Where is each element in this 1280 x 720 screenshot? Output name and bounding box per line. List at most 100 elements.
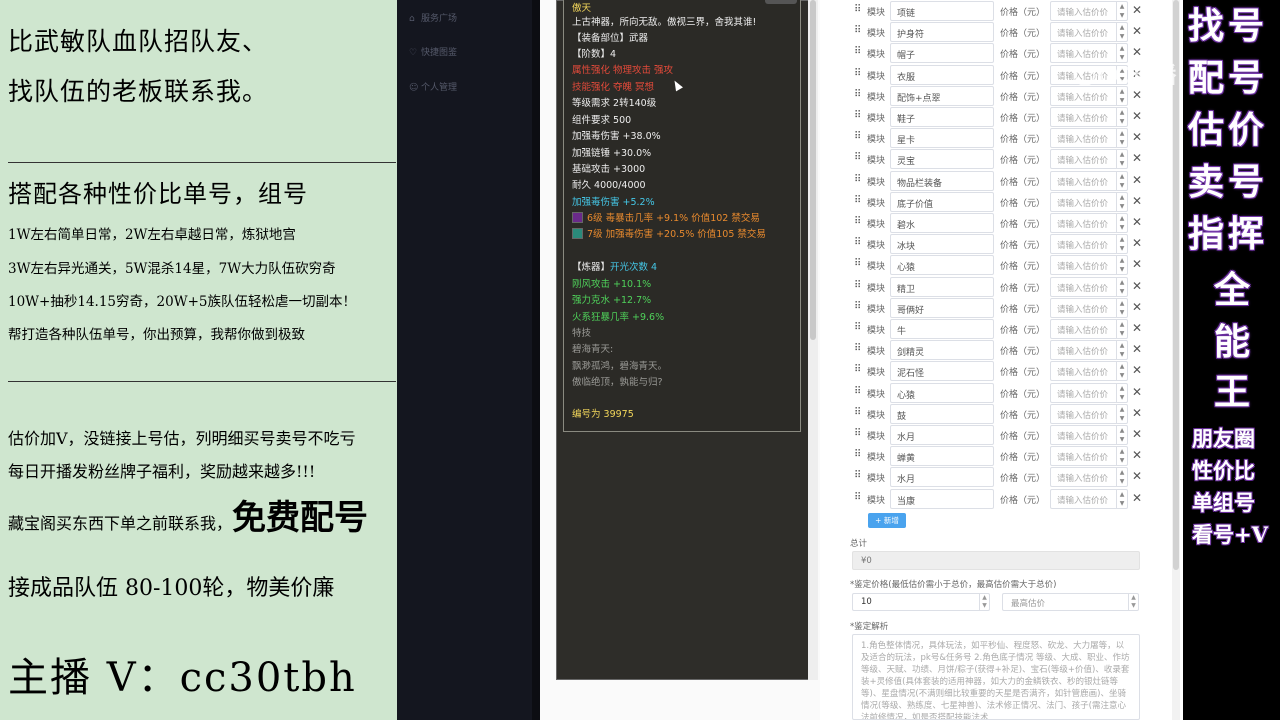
price-stepper[interactable]: ▲ ▼ (1116, 150, 1127, 169)
max-price-input[interactable]: 最高估价 (1002, 593, 1139, 611)
price-stepper[interactable]: ▲ ▼ (1116, 171, 1127, 190)
module-name-input[interactable]: 项链 (890, 1, 994, 21)
price-stepper[interactable]: ▲ ▼ (1116, 489, 1127, 508)
price-stepper[interactable]: ▲ ▼ (1116, 23, 1127, 42)
drag-handle-icon[interactable]: ⠿ (854, 322, 862, 334)
drag-handle-icon[interactable]: ⠿ (854, 152, 862, 164)
price-stepper[interactable]: ▲ ▼ (1116, 426, 1127, 444)
price-stepper[interactable]: ▲ ▼ (1116, 256, 1127, 275)
price-stepper[interactable]: ▲ ▼ (1116, 192, 1127, 211)
sidebar-item-codex[interactable]: ♡ 快捷图鉴 (409, 45, 457, 58)
drag-handle-icon[interactable]: ⠿ (854, 25, 862, 37)
add-row-button[interactable]: + 新增 (868, 513, 906, 528)
price-stepper[interactable]: ▲ ▼ (1116, 468, 1127, 487)
module-name-input[interactable]: 当康 (890, 488, 994, 509)
remove-row-button[interactable]: ✕ (1132, 194, 1142, 208)
remove-row-button[interactable]: ✕ (1132, 130, 1142, 144)
price-stepper[interactable]: ▲ ▼ (1116, 277, 1127, 296)
price-stepper[interactable]: ▲ ▼ (1116, 383, 1127, 402)
remove-row-button[interactable]: ✕ (1132, 385, 1142, 399)
module-name-input[interactable]: 物品栏装备 (890, 170, 994, 191)
scrollbar-thumb[interactable] (810, 0, 816, 340)
drag-handle-icon[interactable]: ⠿ (854, 68, 862, 80)
module-name-input[interactable]: 牛 (890, 319, 994, 339)
module-name-input[interactable]: 鼓 (890, 403, 994, 424)
remove-row-button[interactable]: ✕ (1132, 491, 1142, 505)
price-stepper[interactable]: ▲ ▼ (1116, 2, 1127, 20)
remove-row-button[interactable]: ✕ (1132, 24, 1142, 38)
module-name-input[interactable]: 灵宝 (890, 149, 994, 170)
remove-row-button[interactable]: ✕ (1132, 342, 1142, 356)
remove-row-button[interactable]: ✕ (1132, 151, 1142, 165)
price-stepper[interactable]: ▲ ▼ (1116, 447, 1127, 466)
module-name-input[interactable]: 衣服 (890, 64, 994, 85)
module-name-input[interactable]: 精卫 (890, 276, 994, 297)
price-stepper[interactable]: ▲ ▼ (1116, 341, 1127, 360)
tooltip-close-tab[interactable] (765, 0, 797, 4)
remove-row-button[interactable]: ✕ (1132, 3, 1142, 17)
remove-row-button[interactable]: ✕ (1132, 363, 1142, 377)
analysis-textarea[interactable]: 1.角色整体情况，具体玩法，如平秒仙、程度怒、砍龙、大力屠等，以及适合的玩法，p… (852, 634, 1140, 720)
module-name-input[interactable]: 护身符 (890, 22, 994, 43)
price-stepper[interactable]: ▲ ▼ (1116, 108, 1127, 126)
module-name-input[interactable]: 碧水 (890, 213, 994, 233)
drag-handle-icon[interactable]: ⠿ (854, 343, 862, 355)
drag-handle-icon[interactable]: ⠿ (854, 46, 862, 58)
module-name-input[interactable]: 泥石怪 (890, 361, 994, 382)
module-name-input[interactable]: 帽子 (890, 43, 994, 64)
module-name-input[interactable]: 蝉黄 (890, 446, 994, 467)
drag-handle-icon[interactable]: ⠿ (854, 131, 862, 143)
remove-row-button[interactable]: ✕ (1132, 448, 1142, 462)
module-name-input[interactable]: 心猿 (890, 382, 994, 403)
price-stepper[interactable]: ▲ ▼ (1116, 320, 1127, 338)
price-stepper[interactable]: ▲ ▼ (1116, 362, 1127, 381)
remove-row-button[interactable]: ✕ (1132, 215, 1142, 229)
remove-row-button[interactable]: ✕ (1132, 257, 1142, 271)
drag-handle-icon[interactable]: ⠿ (854, 470, 862, 482)
remove-row-button[interactable]: ✕ (1132, 321, 1142, 335)
max-price-stepper[interactable]: ▲ ▼ (1128, 594, 1138, 610)
remove-row-button[interactable]: ✕ (1132, 300, 1142, 314)
remove-row-button[interactable]: ✕ (1132, 469, 1142, 483)
price-stepper[interactable]: ▲ ▼ (1116, 404, 1127, 423)
drag-handle-icon[interactable]: ⠿ (854, 492, 862, 504)
price-stepper[interactable]: ▲ ▼ (1116, 129, 1127, 148)
remove-row-button[interactable]: ✕ (1132, 236, 1142, 250)
module-name-input[interactable]: 鞋子 (890, 107, 994, 127)
module-name-input[interactable]: 水月 (890, 425, 994, 445)
sidebar-item-service[interactable]: ⌂ 服务广场 (409, 11, 457, 24)
drag-handle-icon[interactable]: ⠿ (854, 237, 862, 249)
price-stepper[interactable]: ▲ ▼ (1116, 298, 1127, 317)
drag-handle-icon[interactable]: ⠿ (854, 407, 862, 419)
min-price-input[interactable]: 10 (852, 593, 990, 611)
drag-handle-icon[interactable]: ⠿ (854, 174, 862, 186)
module-name-input[interactable]: 水月 (890, 467, 994, 488)
remove-row-button[interactable]: ✕ (1132, 406, 1142, 420)
module-name-input[interactable]: 哥俩好 (890, 297, 994, 318)
drag-handle-icon[interactable]: ⠿ (854, 110, 862, 122)
module-name-input[interactable]: 冰块 (890, 234, 994, 255)
drag-handle-icon[interactable]: ⠿ (854, 258, 862, 270)
drag-handle-icon[interactable]: ⠿ (854, 449, 862, 461)
drag-handle-icon[interactable]: ⠿ (854, 216, 862, 228)
remove-row-button[interactable]: ✕ (1132, 109, 1142, 123)
drag-handle-icon[interactable]: ⠿ (854, 301, 862, 313)
drag-handle-icon[interactable]: ⠿ (854, 428, 862, 440)
price-stepper[interactable]: ▲ ▼ (1116, 235, 1127, 254)
remove-row-button[interactable]: ✕ (1132, 173, 1142, 187)
drag-handle-icon[interactable]: ⠿ (854, 89, 862, 101)
drag-handle-icon[interactable]: ⠿ (854, 195, 862, 207)
min-price-stepper[interactable]: ▲ ▼ (979, 594, 989, 610)
module-name-input[interactable]: 星卡 (890, 128, 994, 149)
remove-row-button[interactable]: ✕ (1132, 279, 1142, 293)
sidebar-item-profile[interactable]: ☺ 个人管理 (409, 80, 457, 93)
module-name-input[interactable]: 剑精灵 (890, 340, 994, 361)
module-name-input[interactable]: 心猿 (890, 255, 994, 276)
module-name-input[interactable]: 配饰+点翠 (890, 85, 994, 106)
drag-handle-icon[interactable]: ⠿ (854, 280, 862, 292)
drag-handle-icon[interactable]: ⠿ (854, 386, 862, 398)
remove-row-button[interactable]: ✕ (1132, 427, 1142, 441)
price-stepper[interactable]: ▲ ▼ (1116, 214, 1127, 232)
drag-handle-icon[interactable]: ⠿ (854, 364, 862, 376)
module-name-input[interactable]: 底子价值 (890, 191, 994, 212)
